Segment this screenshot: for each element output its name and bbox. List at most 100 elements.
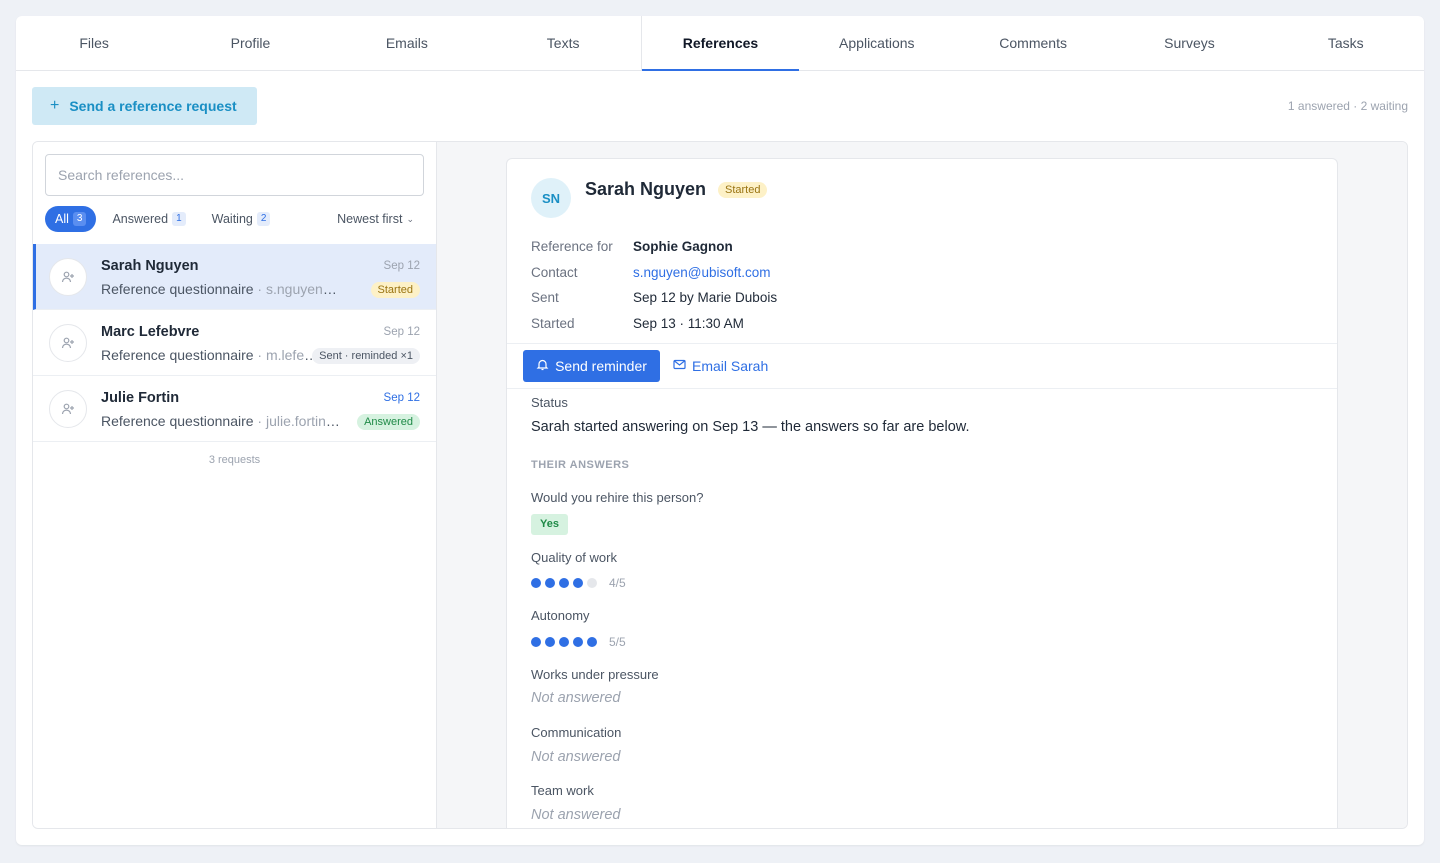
question-label: Works under pressure [531,667,659,682]
meta-key: Reference for [531,239,613,255]
status-badge: Started [370,282,420,298]
reference-name: Sarah Nguyen [101,258,199,274]
detail-meta: Reference for Sophie Gagnon Contact s.ng… [531,234,777,336]
reference-subtitle: Reference questionnaire · julie.fortin@u… [101,413,341,429]
status-badge: Started [718,182,768,198]
filter-answered-label: Answered [112,212,169,226]
filter-all-count: 3 [72,212,87,226]
list-item[interactable]: Marc Lefebvre Sep 12 Reference questionn… [33,310,436,376]
question-label: Quality of work [531,550,617,565]
user-plus-icon [49,258,87,296]
reference-date: Sep 12 [383,392,420,404]
filter-waiting[interactable]: Waiting 2 [202,206,281,232]
filter-bar: All 3 Answered 1 Waiting 2 Newest first … [45,206,424,232]
status-badge: Answered [357,414,420,430]
user-plus-icon [49,324,87,362]
answers-heading: THEIR ANSWERS [531,459,630,471]
tab-applications[interactable]: Applications [799,16,955,70]
filter-answered-count: 1 [172,212,186,226]
meta-row: Contact s.nguyen@ubisoft.com [531,260,777,286]
reference-subtitle: Reference questionnaire · s.nguyen@ubiso… [101,281,351,297]
question-label: Team work [531,783,594,798]
search-references-input[interactable] [45,154,424,196]
list-footer-count: 3 requests [208,454,261,466]
question-label: Autonomy [531,608,590,623]
tab-texts[interactable]: Texts [485,16,641,70]
rating-dot [587,637,597,647]
status-badge: Sent · reminded ×1 [312,348,420,364]
reference-subtitle: Reference questionnaire · m.lefebvre@ubi… [101,347,323,363]
rating-dot [531,578,541,588]
meta-key: Sent [531,290,559,306]
sort-label: Newest first [337,212,403,226]
meta-row: Sent Sep 12 by Marie Dubois [531,285,777,311]
detail-name: Sarah Nguyen [585,179,707,199]
tab-files[interactable]: Files [16,16,172,70]
meta-key: Started [531,316,575,332]
filter-all[interactable]: All 3 [45,206,97,232]
tab-tasks[interactable]: Tasks [1268,16,1424,70]
reference-counts: 1 answered · 2 waiting [1287,99,1408,113]
status-text: Sarah started answering on Sep 13 — the … [531,419,970,435]
list-item[interactable]: Sarah Nguyen Sep 12 Reference questionna… [33,244,436,310]
rating-quality: 4/5 [531,576,626,590]
tab-surveys[interactable]: Surveys [1111,16,1267,70]
question-label: Would you rehire this person? [531,490,704,505]
contact-email-link[interactable]: s.nguyen@ubisoft.com [633,265,771,280]
rating-dot [531,637,541,647]
filter-answered[interactable]: Answered 1 [102,206,195,232]
plus-icon: + [50,97,60,114]
references-list: Sarah Nguyen Sep 12 Reference questionna… [33,244,436,442]
send-reminder-button[interactable]: Send reminder [523,350,660,382]
meta-value: Sophie Gagnon [633,239,733,255]
reference-type: Reference questionnaire [101,281,254,297]
meta-key: Contact [531,264,578,280]
not-answered-text: Not answered [531,807,621,823]
rating-dot [559,637,569,647]
reference-type: Reference questionnaire [101,413,254,429]
send-reminder-label: Send reminder [555,358,647,374]
tab-emails[interactable]: Emails [329,16,485,70]
tab-comments[interactable]: Comments [955,16,1111,70]
references-list-pane: All 3 Answered 1 Waiting 2 Newest first … [33,142,437,828]
references-panel: All 3 Answered 1 Waiting 2 Newest first … [32,141,1408,829]
filter-all-label: All [55,212,69,226]
rating-dot [545,578,555,588]
list-item[interactable]: Julie Fortin Sep 12 Reference questionna… [33,376,436,442]
not-answered-text: Not answered [531,690,621,706]
sort-dropdown[interactable]: Newest first ⌄ [337,212,424,226]
meta-row: Started Sep 13 · 11:30 AM [531,311,777,337]
rating-dot [573,578,583,588]
chevron-down-icon: ⌄ [406,213,414,224]
mail-icon [673,358,686,374]
answer-yes-badge: Yes [531,514,568,535]
tab-profile[interactable]: Profile [172,16,328,70]
rating-dot [559,578,569,588]
bell-icon [536,358,549,374]
rating-value: 5/5 [609,635,626,649]
status-label: Status [531,395,568,410]
reference-name: Julie Fortin [101,390,180,406]
reference-detail-card: SN Sarah Nguyen Started Reference for So… [506,158,1338,828]
not-answered-text: Not answered [531,749,621,765]
toolbar: + Send a reference request 1 answered · … [32,87,1408,125]
send-reference-request-button[interactable]: + Send a reference request [32,87,257,125]
reference-date: Sep 12 [383,326,420,338]
rating-dot [545,637,555,647]
reference-type: Reference questionnaire [101,347,254,363]
reference-email: · julie.fortin@ubisoft.com [257,413,341,429]
rating-dot [587,578,597,588]
reference-detail-pane: SN Sarah Nguyen Started Reference for So… [437,142,1407,828]
user-plus-icon [49,390,87,428]
meta-value: Sep 12 by Marie Dubois [633,290,778,306]
meta-value: Sep 13 · 11:30 AM [633,316,744,332]
rating-dot [573,637,583,647]
candidate-card: Files Profile Emails Texts References Ap… [16,16,1424,845]
reference-name: Marc Lefebvre [101,324,200,340]
tab-references[interactable]: References [641,16,799,71]
email-sarah-button[interactable]: Email Sarah [673,350,768,382]
detail-actions: Send reminder Email Sarah [507,343,1337,389]
rating-value: 4/5 [609,576,626,590]
meta-row: Reference for Sophie Gagnon [531,234,777,260]
filter-waiting-label: Waiting [211,212,253,226]
